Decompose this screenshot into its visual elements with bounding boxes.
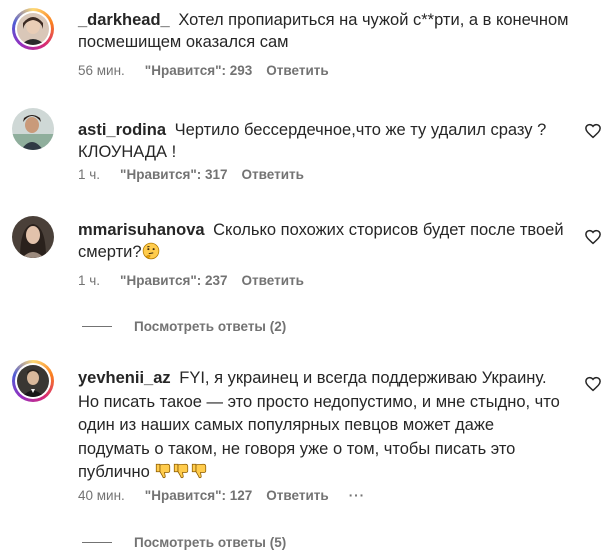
comment-meta: 1 ч. "Нравится": 237 Ответить	[78, 270, 304, 290]
comment-username[interactable]: mmarisuhanova	[78, 221, 205, 239]
comment-likes[interactable]: "Нравится": 317	[120, 167, 228, 182]
view-replies-label: Посмотреть ответы (5)	[134, 534, 287, 550]
comment-time[interactable]: 1 ч.	[78, 273, 100, 288]
heart-outline-icon[interactable]	[584, 228, 602, 246]
comment-meta: 1 ч. "Нравится": 317 Ответить	[78, 164, 304, 184]
comment-time[interactable]: 1 ч.	[78, 167, 100, 182]
comment-likes[interactable]: "Нравится": 293	[145, 63, 253, 78]
reply-button[interactable]: Ответить	[242, 273, 304, 288]
avatar[interactable]	[12, 216, 54, 258]
avatar[interactable]	[12, 108, 54, 150]
comment-body: yevhenii_az FYI, я украинец и всегда под…	[78, 367, 570, 485]
heart-outline-icon[interactable]	[584, 122, 602, 140]
thumbs-down-emoji	[174, 463, 189, 479]
comment-username[interactable]: asti_rodina	[78, 121, 166, 139]
comment-time[interactable]: 40 мин.	[78, 488, 125, 503]
comment-meta: 40 мин. "Нравится": 127 Ответить ···	[78, 485, 365, 505]
comment-username[interactable]: _darkhead_	[78, 11, 170, 29]
comment-body: mmarisuhanova Сколько похожих сторисов б…	[78, 219, 570, 263]
comment-username[interactable]: yevhenii_az	[78, 369, 171, 387]
reply-button[interactable]: Ответить	[266, 488, 328, 503]
heart-outline-icon[interactable]	[584, 375, 602, 393]
reply-button[interactable]: Ответить	[266, 63, 328, 78]
view-replies-label: Посмотреть ответы (2)	[134, 318, 287, 334]
more-options-button[interactable]: ···	[349, 488, 366, 503]
thumbs-down-emoji	[192, 463, 207, 479]
comment-time[interactable]: 56 мин.	[78, 63, 125, 78]
dislike-emojis	[154, 463, 208, 481]
reply-button[interactable]: Ответить	[242, 167, 304, 182]
comment-body: asti_rodina Чертило бессердечное,что же …	[78, 119, 570, 163]
view-replies-button[interactable]: Посмотреть ответы (5)	[82, 533, 286, 551]
avatar[interactable]	[12, 8, 54, 50]
replies-divider	[82, 541, 112, 543]
comment-likes[interactable]: "Нравится": 237	[120, 273, 228, 288]
thinking-face-emoji	[142, 242, 159, 260]
replies-divider	[82, 325, 112, 327]
thumbs-down-emoji	[156, 463, 171, 479]
comment-likes[interactable]: "Нравится": 127	[145, 488, 253, 503]
comment-body: _darkhead_ Хотел пропиариться на чужой с…	[78, 9, 570, 53]
view-replies-button[interactable]: Посмотреть ответы (2)	[82, 317, 286, 335]
avatar[interactable]	[12, 360, 54, 402]
comment-meta: 56 мин. "Нравится": 293 Ответить	[78, 60, 329, 80]
